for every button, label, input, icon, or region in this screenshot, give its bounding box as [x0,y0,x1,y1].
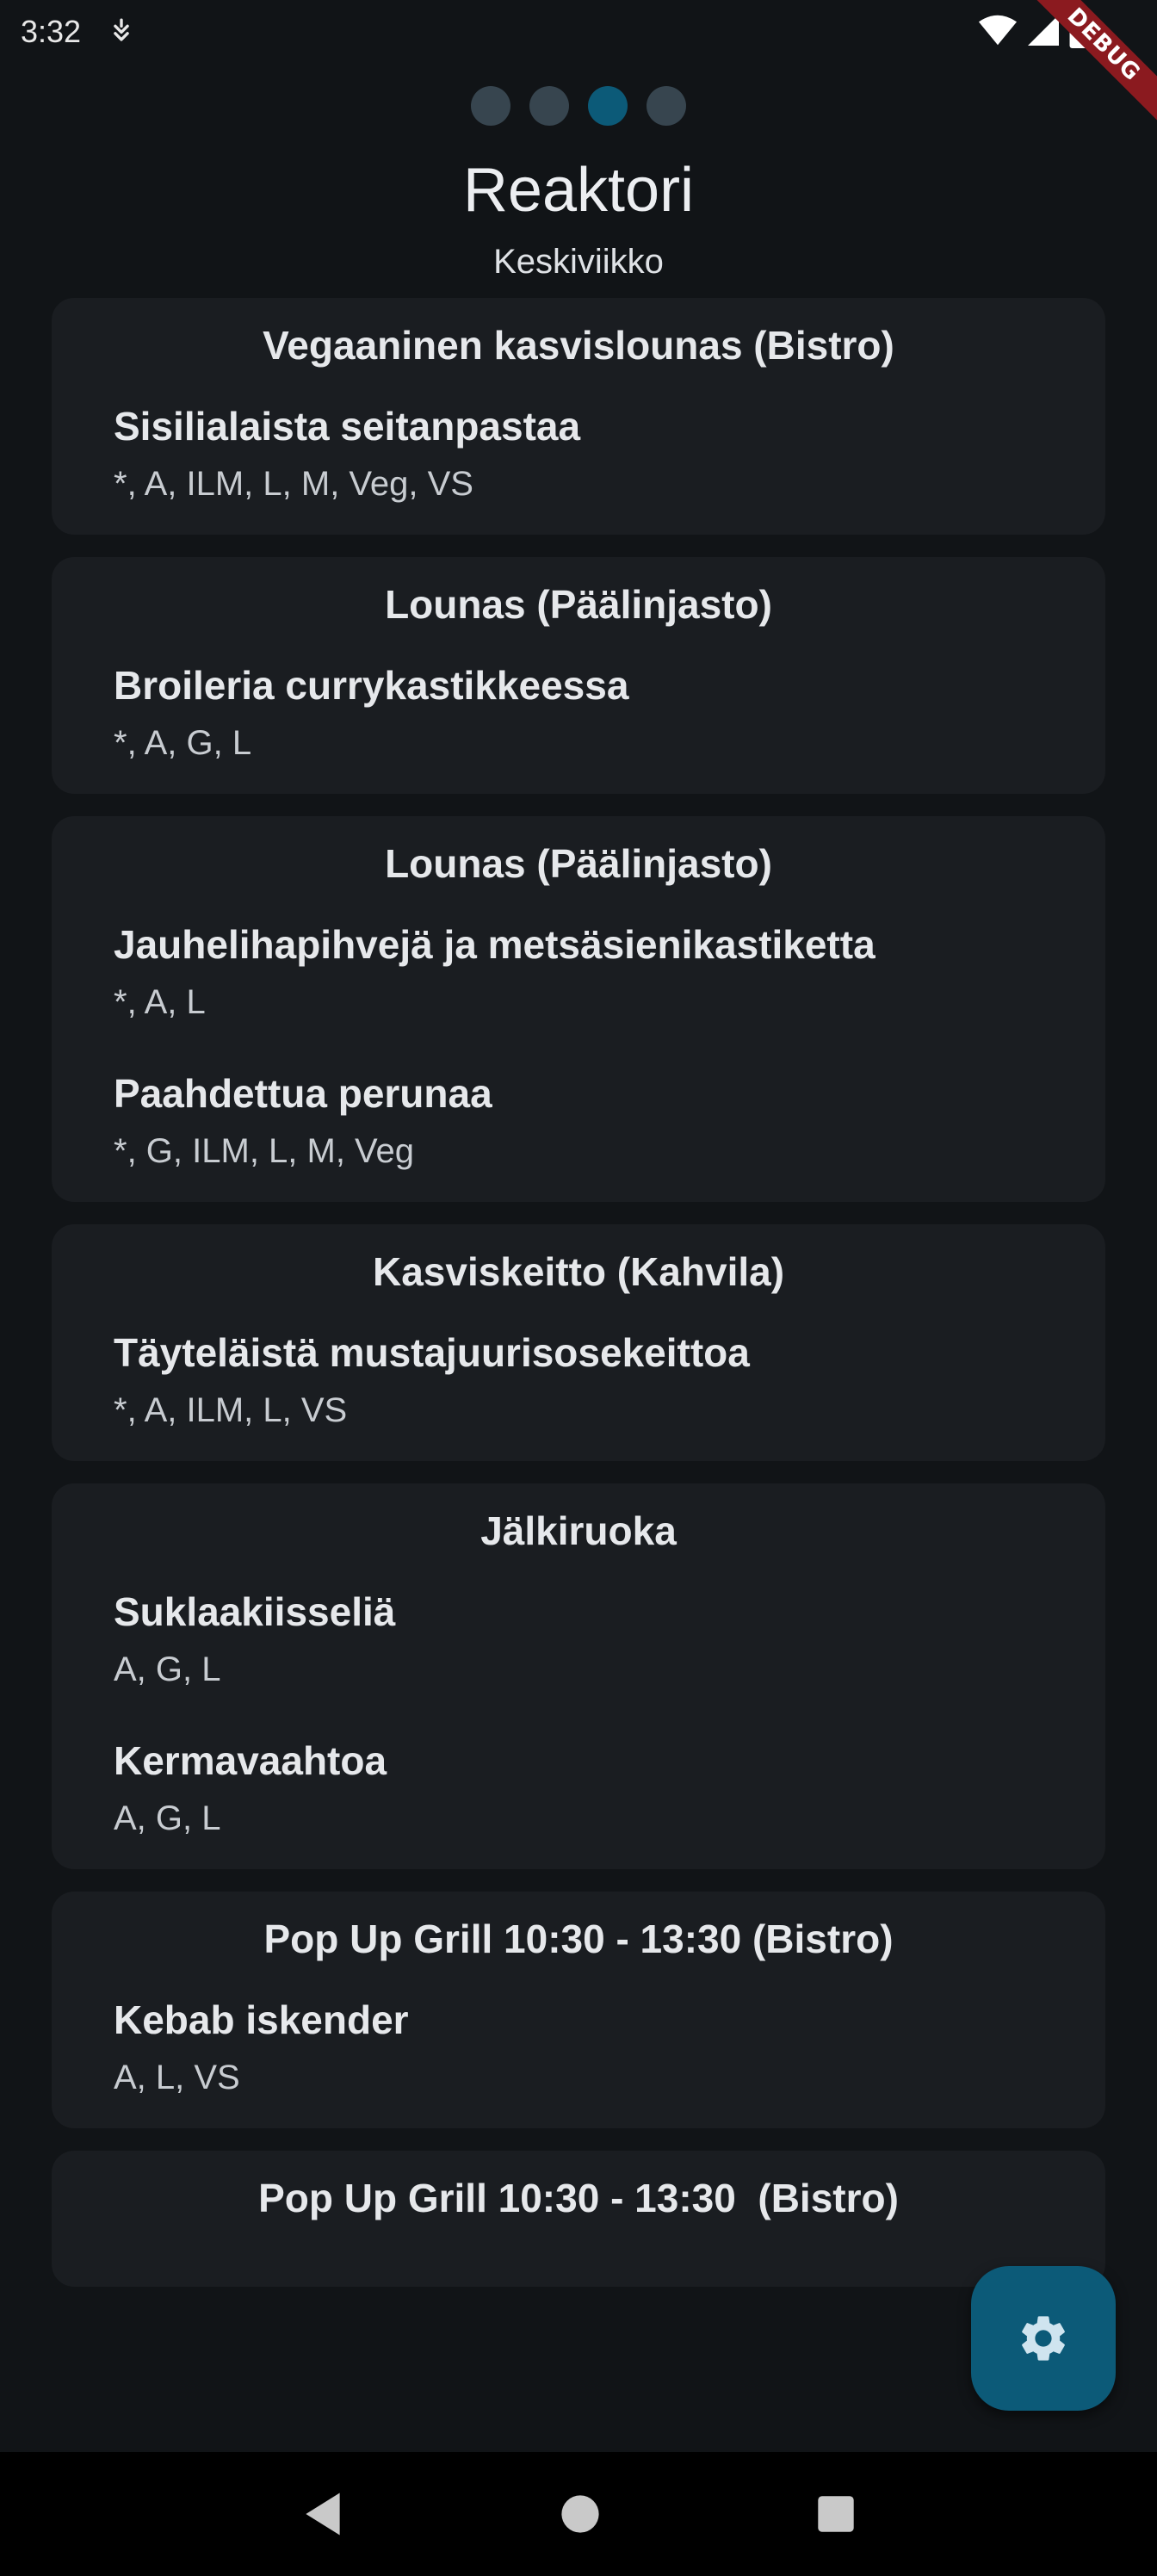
menu-item: Kermavaahtoa A, G, L [114,1737,1043,1838]
menu-card-title: Pop Up Grill 10:30 - 13:30 (Bistro) [258,2176,899,2220]
home-icon[interactable] [560,2493,601,2535]
system-nav-bar [0,2452,1157,2576]
menu-item: Sisilialaista seitanpastaa *, A, ILM, L,… [114,403,1043,504]
page-indicator [0,86,1157,126]
menu-item-diets: A, G, L [114,1650,221,1688]
status-time: 3:32 [21,14,82,49]
menu-item-diets: *, A, G, L [114,724,252,762]
weekday-subtitle: Keskiviikko [493,243,664,281]
menu-item-name: Jauhelihapihvejä ja metsäsienikastiketta [114,922,875,967]
menu-card-title: Lounas (Päälinjasto) [385,582,772,627]
menu-item-name: Suklaakiisseliä [114,1589,396,1634]
menu-item-diets: A, L, VS [114,2059,240,2096]
menu-card: Pop Up Grill 10:30 - 13:30 (Bistro) Keba… [52,1892,1105,2128]
gear-icon [1022,2316,1065,2361]
recents-icon[interactable] [816,2494,856,2534]
page-dot-1[interactable] [471,86,510,126]
menu-card: Lounas (Päälinjasto) Broileria currykast… [52,557,1105,794]
menu-card: Jälkiruoka Suklaakiisseliä A, G, L Kerma… [52,1483,1105,1869]
menu-item-diets: *, A, ILM, L, M, Veg, VS [114,465,473,503]
restaurant-title: Reaktori [462,156,695,225]
back-icon[interactable] [301,2491,344,2537]
screen: 3:32 DEBUG Reaktori Keskiviikko Vegaanin… [0,0,1157,2576]
menu-item: Suklaakiisseliä A, G, L [114,1588,1043,1689]
menu-item-diets: A, G, L [114,1799,221,1837]
menu-card: Kasviskeitto (Kahvila) Täyteläistä musta… [52,1224,1105,1461]
menu-card: Lounas (Päälinjasto) Jauhelihapihvejä ja… [52,816,1105,1202]
menu-item: Paahdettua perunaa *, G, ILM, L, M, Veg [114,1070,1043,1171]
menu-card-title: Vegaaninen kasvislounas (Bistro) [263,323,894,368]
menu-list[interactable]: Vegaaninen kasvislounas (Bistro) Sisilia… [52,298,1105,2309]
menu-card-title: Kasviskeitto (Kahvila) [372,1249,785,1294]
menu-item-diets: *, G, ILM, L, M, Veg [114,1132,415,1170]
menu-card-title: Pop Up Grill 10:30 - 13:30 (Bistro) [263,1917,894,1961]
signal-icon [1028,15,1059,46]
menu-item: Jauhelihapihvejä ja metsäsienikastiketta… [114,921,1043,1022]
menu-item-name: Paahdettua perunaa [114,1071,492,1116]
wifi-icon [978,15,1018,46]
menu-card: Pop Up Grill 10:30 - 13:30 (Bistro) [52,2151,1105,2287]
status-bar: 3:32 [0,0,1157,62]
status-icons [978,12,1090,48]
menu-item-name: Täyteläistä mustajuurisosekeittoa [114,1330,750,1375]
menu-item-name: Kermavaahtoa [114,1738,387,1783]
menu-item: Kebab iskender A, L, VS [114,1997,1043,2097]
menu-item-name: Broileria currykastikkeessa [114,663,629,708]
menu-item-name: Kebab iskender [114,1997,409,2042]
page-dot-3-active[interactable] [588,86,628,126]
page-dot-2[interactable] [529,86,569,126]
menu-item-diets: *, A, ILM, L, VS [114,1391,348,1429]
page-dot-4[interactable] [647,86,686,126]
menu-item-diets: *, A, L [114,983,206,1021]
settings-button[interactable] [971,2266,1116,2411]
battery-icon [1069,12,1090,48]
menu-card-title: Jälkiruoka [480,1508,677,1553]
notification-icon [114,18,129,41]
menu-card-title: Lounas (Päälinjasto) [385,841,772,886]
menu-item-name: Sisilialaista seitanpastaa [114,404,581,449]
menu-item: Broileria currykastikkeessa *, A, G, L [114,662,1043,763]
menu-card: Vegaaninen kasvislounas (Bistro) Sisilia… [52,298,1105,535]
menu-item: Täyteläistä mustajuurisosekeittoa *, A, … [114,1329,1043,1430]
